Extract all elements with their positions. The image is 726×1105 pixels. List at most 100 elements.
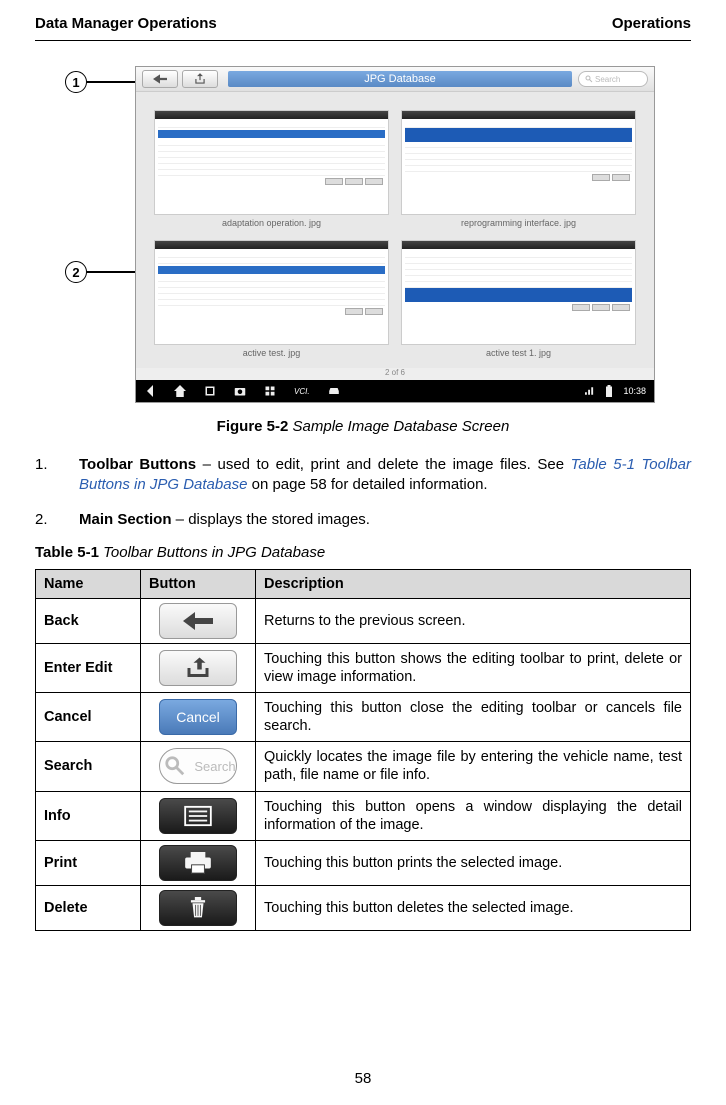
edit-button[interactable] — [182, 70, 218, 88]
thumbnail-grid: adaptation operation. jpg reprogramming … — [136, 92, 654, 368]
header-right: Operations — [612, 15, 691, 32]
page-number: 58 — [0, 1070, 726, 1087]
recent-icon[interactable] — [204, 385, 216, 397]
list-body: Main Section – displays the stored image… — [79, 510, 691, 530]
table-header-row: Name Button Description — [36, 569, 691, 598]
table-caption: Toolbar Buttons in JPG Database — [103, 544, 325, 561]
info-list-icon — [183, 805, 213, 827]
search-input[interactable]: Search — [578, 71, 648, 87]
row-desc: Touching this button deletes the selecte… — [256, 885, 691, 930]
table-title: Table 5-1 Toolbar Buttons in JPG Databas… — [35, 544, 691, 561]
back-nav-icon[interactable] — [144, 385, 156, 397]
printer-icon — [183, 852, 213, 874]
row-name: Cancel — [36, 693, 141, 742]
row-name: Enter Edit — [36, 643, 141, 692]
search-magnifier-icon — [160, 755, 190, 777]
table-row: Back Returns to the previous screen. — [36, 598, 691, 643]
search-button-label: Search — [194, 759, 235, 774]
row-button-cell: Cancel — [141, 693, 256, 742]
android-navbar: VCI. 10:38 — [136, 380, 654, 402]
th-button: Button — [141, 569, 256, 598]
home-icon[interactable] — [174, 385, 186, 397]
tile-caption: reprogramming interface. jpg — [401, 215, 636, 228]
row-desc: Returns to the previous screen. — [256, 598, 691, 643]
row-name: Search — [36, 742, 141, 791]
row-button-cell — [141, 885, 256, 930]
callout-2-line — [87, 271, 135, 273]
share-icon — [193, 73, 207, 85]
list-num: 1. — [35, 455, 79, 496]
row-desc: Touching this button shows the editing t… — [256, 643, 691, 692]
vcl-label: VCI. — [294, 387, 310, 396]
tile-caption: active test. jpg — [154, 345, 389, 358]
row-desc: Touching this button opens a window disp… — [256, 791, 691, 840]
table-row: Info Touching this button opens a window… — [36, 791, 691, 840]
list-text-a: – used to edit, print and delete the ima… — [196, 456, 571, 473]
callout-1-circle: 1 — [65, 71, 87, 93]
table-label: Table 5-1 — [35, 544, 99, 561]
th-name: Name — [36, 569, 141, 598]
thumbnail-tile[interactable]: active test 1. jpg — [401, 240, 636, 358]
tile-caption: adaptation operation. jpg — [154, 215, 389, 228]
thumbnail-tile[interactable]: adaptation operation. jpg — [154, 110, 389, 228]
callout-1: 1 — [65, 71, 135, 93]
row-desc: Touching this button prints the selected… — [256, 840, 691, 885]
back-button-img — [159, 603, 237, 639]
back-arrow-icon — [183, 610, 213, 632]
cancel-button-label: Cancel — [176, 709, 220, 725]
thumbnail-tile[interactable]: active test. jpg — [154, 240, 389, 358]
row-name: Info — [36, 791, 141, 840]
page-header: Data Manager Operations Operations — [35, 15, 691, 32]
row-name: Print — [36, 840, 141, 885]
figure-text: Sample Image Database Screen — [293, 418, 510, 435]
search-placeholder: Search — [595, 75, 620, 84]
list-item: 1. Toolbar Buttons – used to edit, print… — [35, 455, 691, 496]
titlebar: JPG Database Search — [136, 67, 654, 92]
cancel-button-img: Cancel — [159, 699, 237, 735]
toolbar-table: Name Button Description Back Returns to … — [35, 569, 691, 931]
back-button[interactable] — [142, 70, 178, 88]
delete-button-img — [159, 890, 237, 926]
row-name: Back — [36, 598, 141, 643]
list-text-b: on page 58 for detailed information. — [247, 476, 487, 493]
signal-icon — [585, 386, 595, 396]
print-button-img — [159, 845, 237, 881]
row-button-cell — [141, 791, 256, 840]
th-desc: Description — [256, 569, 691, 598]
table-row: Print Touching this button prints the se… — [36, 840, 691, 885]
search-icon — [585, 75, 593, 83]
callout-2-circle: 2 — [65, 261, 87, 283]
row-desc: Touching this button close the editing t… — [256, 693, 691, 742]
table-row: Enter Edit Touching this button shows th… — [36, 643, 691, 692]
table-row: Delete Touching this button deletes the … — [36, 885, 691, 930]
list-body: Toolbar Buttons – used to edit, print an… — [79, 455, 691, 496]
header-rule — [35, 40, 691, 41]
callout-1-line — [87, 81, 135, 83]
table-row: Cancel Cancel Touching this button close… — [36, 693, 691, 742]
list-text-a: – displays the stored images. — [172, 511, 370, 528]
list-num: 2. — [35, 510, 79, 530]
row-button-cell — [141, 598, 256, 643]
car-icon[interactable] — [328, 385, 340, 397]
list-bold: Main Section — [79, 511, 172, 528]
apps-icon[interactable] — [264, 385, 276, 397]
figure-caption: Figure 5-2 Sample Image Database Screen — [35, 418, 691, 435]
tile-caption: active test 1. jpg — [401, 345, 636, 358]
list-bold: Toolbar Buttons — [79, 456, 196, 473]
callout-2: 2 — [65, 261, 135, 283]
trash-icon — [183, 897, 213, 919]
title-label: JPG Database — [228, 71, 572, 87]
search-button-img: Search — [159, 748, 237, 784]
row-button-cell: Search — [141, 742, 256, 791]
enter-edit-button-img — [159, 650, 237, 686]
table-row: Search Search Quickly locates the image … — [36, 742, 691, 791]
list-item: 2. Main Section – displays the stored im… — [35, 510, 691, 530]
numbered-list: 1. Toolbar Buttons – used to edit, print… — [35, 455, 691, 530]
row-button-cell — [141, 840, 256, 885]
header-left: Data Manager Operations — [35, 15, 217, 32]
row-name: Delete — [36, 885, 141, 930]
row-desc: Quickly locates the image file by enteri… — [256, 742, 691, 791]
camera-icon[interactable] — [234, 385, 246, 397]
back-arrow-icon — [153, 73, 167, 85]
thumbnail-tile[interactable]: reprogramming interface. jpg — [401, 110, 636, 228]
